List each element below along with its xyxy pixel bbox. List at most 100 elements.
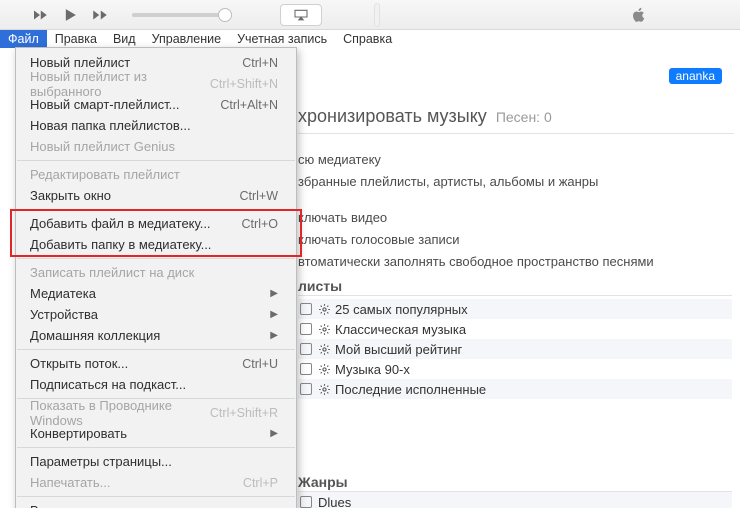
menu-separator xyxy=(17,496,295,497)
menu-item: Напечатать...Ctrl+P xyxy=(16,472,296,493)
menu-item[interactable]: Добавить папку в медиатеку... xyxy=(16,234,296,255)
menu-item-label: Медиатека xyxy=(30,286,96,301)
checkbox-icon[interactable] xyxy=(300,343,312,355)
menu-file[interactable]: Файл xyxy=(0,30,47,48)
playlist-list: 25 самых популярных Классическая музыка … xyxy=(298,299,732,419)
menu-item-label: Выход xyxy=(30,503,69,508)
playback-controls xyxy=(0,4,322,26)
menu-item: Новый плейлист из выбранногоCtrl+Shift+N xyxy=(16,73,296,94)
skip-back-icon xyxy=(31,6,49,24)
menu-account[interactable]: Учетная запись xyxy=(229,30,335,48)
play-button[interactable] xyxy=(58,4,82,26)
menu-item-label: Новый плейлист Genius xyxy=(30,139,175,154)
option-include-voice[interactable]: ключать голосовые записи xyxy=(298,228,734,250)
menu-view[interactable]: Вид xyxy=(105,30,144,48)
divider-pill xyxy=(374,3,380,27)
menu-item-label: Параметры страницы... xyxy=(30,454,172,469)
gear-icon xyxy=(318,383,331,396)
volume-slider[interactable] xyxy=(132,13,224,17)
menu-shortcut: Ctrl+U xyxy=(242,357,278,371)
skip-forward-icon xyxy=(91,6,109,24)
playlist-row[interactable]: Мой высший рейтинг xyxy=(298,339,732,359)
menu-item[interactable]: Устройства ▶ xyxy=(16,304,296,325)
menu-separator xyxy=(17,447,295,448)
playlist-row[interactable]: 25 самых популярных xyxy=(298,299,732,319)
menu-item-label: Записать плейлист на диск xyxy=(30,265,194,280)
menu-edit[interactable]: Правка xyxy=(47,30,105,48)
checkbox-icon[interactable] xyxy=(300,303,312,315)
gear-icon xyxy=(318,343,331,356)
prev-button[interactable] xyxy=(28,4,52,26)
playlist-row xyxy=(298,399,732,419)
sync-title: хронизировать музыку Песен: 0 xyxy=(298,106,552,127)
option-include-video[interactable]: ключать видео xyxy=(298,206,734,228)
menu-item-label: Закрыть окно xyxy=(30,188,111,203)
menu-item[interactable]: Подписаться на подкаст... xyxy=(16,374,296,395)
volume-thumb[interactable] xyxy=(218,8,232,22)
genres-list: Dlues xyxy=(298,492,732,508)
menu-separator xyxy=(17,209,295,210)
menu-item-label: Подписаться на подкаст... xyxy=(30,377,186,392)
menu-item[interactable]: Новая папка плейлистов... xyxy=(16,115,296,136)
menu-shortcut: Ctrl+Alt+N xyxy=(220,98,278,112)
playlist-row[interactable]: Музыка 90-х xyxy=(298,359,732,379)
menu-shortcut: Ctrl+Shift+R xyxy=(210,406,278,420)
option-selected[interactable]: збранные плейлисты, артисты, альбомы и ж… xyxy=(298,170,734,192)
menu-item[interactable]: Выход xyxy=(16,500,296,508)
menu-item-label: Добавить файл в медиатеку... xyxy=(30,216,211,231)
checkbox-icon[interactable] xyxy=(300,496,312,508)
menu-item[interactable]: Медиатека ▶ xyxy=(16,283,296,304)
menu-item-label: Конвертировать xyxy=(30,426,127,441)
option-whole-library[interactable]: сю медиатеку xyxy=(298,148,734,170)
menu-separator xyxy=(17,258,295,259)
menu-item[interactable]: Параметры страницы... xyxy=(16,451,296,472)
menu-separator xyxy=(17,160,295,161)
chevron-right-icon: ▶ xyxy=(270,309,278,320)
menu-item: Записать плейлист на диск xyxy=(16,262,296,283)
apple-logo-icon xyxy=(630,6,648,24)
menubar: Файл Правка Вид Управление Учетная запис… xyxy=(0,30,740,48)
chevron-right-icon: ▶ xyxy=(270,288,278,299)
menu-item-label: Открыть поток... xyxy=(30,356,128,371)
content-area: ananka хронизировать музыку Песен: 0 сю … xyxy=(0,48,740,508)
menu-controls[interactable]: Управление xyxy=(144,30,230,48)
playlist-row[interactable]: Классическая музыка xyxy=(298,319,732,339)
menu-shortcut: Ctrl+W xyxy=(239,189,278,203)
menu-item[interactable]: Добавить файл в медиатеку...Ctrl+O xyxy=(16,213,296,234)
menu-item[interactable]: Новый смарт-плейлист... Ctrl+Alt+N xyxy=(16,94,296,115)
next-button[interactable] xyxy=(88,4,112,26)
menu-item-label: Редактировать плейлист xyxy=(30,167,180,182)
option-autofill[interactable]: втоматически заполнять свободное простра… xyxy=(298,250,734,272)
gear-icon xyxy=(318,363,331,376)
playlists-heading: листы xyxy=(298,278,342,294)
device-badge[interactable]: ananka xyxy=(669,68,722,84)
menu-help[interactable]: Справка xyxy=(335,30,400,48)
menu-item[interactable]: Открыть поток... Ctrl+U xyxy=(16,353,296,374)
sync-title-text: хронизировать музыку xyxy=(298,106,487,126)
playlist-row[interactable]: Последние исполненные xyxy=(298,379,732,399)
checkbox-icon[interactable] xyxy=(300,323,312,335)
checkbox-icon[interactable] xyxy=(300,383,312,395)
menu-item-label: Новый смарт-плейлист... xyxy=(30,97,179,112)
divider xyxy=(298,133,734,134)
genre-row[interactable]: Dlues xyxy=(298,492,732,508)
gear-icon xyxy=(318,323,331,336)
menu-item-label: Новая папка плейлистов... xyxy=(30,118,191,133)
song-count: Песен: 0 xyxy=(496,109,552,125)
menu-item-label: Показать в Проводнике Windows xyxy=(30,398,210,428)
menu-item: Редактировать плейлист xyxy=(16,164,296,185)
menu-shortcut: Ctrl+Shift+N xyxy=(210,77,278,91)
gear-icon xyxy=(318,303,331,316)
menu-item-label: Устройства xyxy=(30,307,98,322)
play-icon xyxy=(60,5,80,25)
divider xyxy=(298,295,732,296)
file-menu-dropdown[interactable]: Новый плейлистCtrl+NНовый плейлист из вы… xyxy=(15,47,297,508)
menu-item-label: Добавить папку в медиатеку... xyxy=(30,237,211,252)
menu-item[interactable]: Закрыть окно Ctrl+W xyxy=(16,185,296,206)
genres-heading: Жанры xyxy=(298,474,348,490)
checkbox-icon[interactable] xyxy=(300,363,312,375)
menu-item-label: Напечатать... xyxy=(30,475,111,490)
menu-separator xyxy=(17,349,295,350)
airplay-button[interactable] xyxy=(280,4,322,26)
menu-item[interactable]: Домашняя коллекция▶ xyxy=(16,325,296,346)
